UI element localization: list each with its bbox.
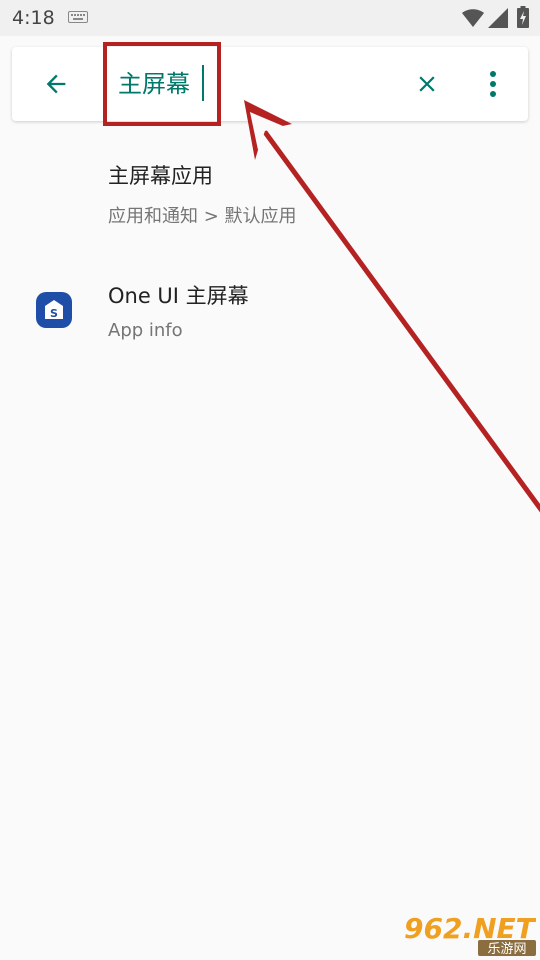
more-vert-icon[interactable]: [486, 69, 500, 99]
status-bar: 4:18: [0, 0, 540, 36]
clear-icon[interactable]: [414, 71, 440, 97]
svg-text:S: S: [50, 307, 58, 320]
watermark-sub: 乐游网: [487, 942, 526, 956]
result-title: 主屏幕应用: [108, 164, 213, 188]
watermark-logo: 962.NET 乐游网: [400, 910, 537, 957]
result-title: One UI 主屏幕: [108, 284, 249, 308]
result-subtitle: 应用和通知 > 默认应用: [108, 206, 297, 227]
status-time: 4:18: [12, 7, 55, 29]
search-result-item[interactable]: S One UI 主屏幕 App info: [0, 270, 540, 370]
one-ui-home-icon: S: [36, 292, 72, 328]
back-arrow-icon[interactable]: [42, 70, 70, 98]
annotation-arrow: [244, 100, 540, 513]
search-bar: 主屏幕: [12, 47, 528, 121]
result-subtitle: App info: [108, 320, 183, 341]
battery-icon: [517, 6, 529, 28]
keyboard-icon: [68, 11, 88, 23]
annotation-highlight-box: [103, 42, 221, 126]
search-result-item[interactable]: 主屏幕应用 应用和通知 > 默认应用: [0, 150, 540, 250]
signal-icon: [488, 8, 508, 28]
wifi-icon: [462, 9, 484, 27]
